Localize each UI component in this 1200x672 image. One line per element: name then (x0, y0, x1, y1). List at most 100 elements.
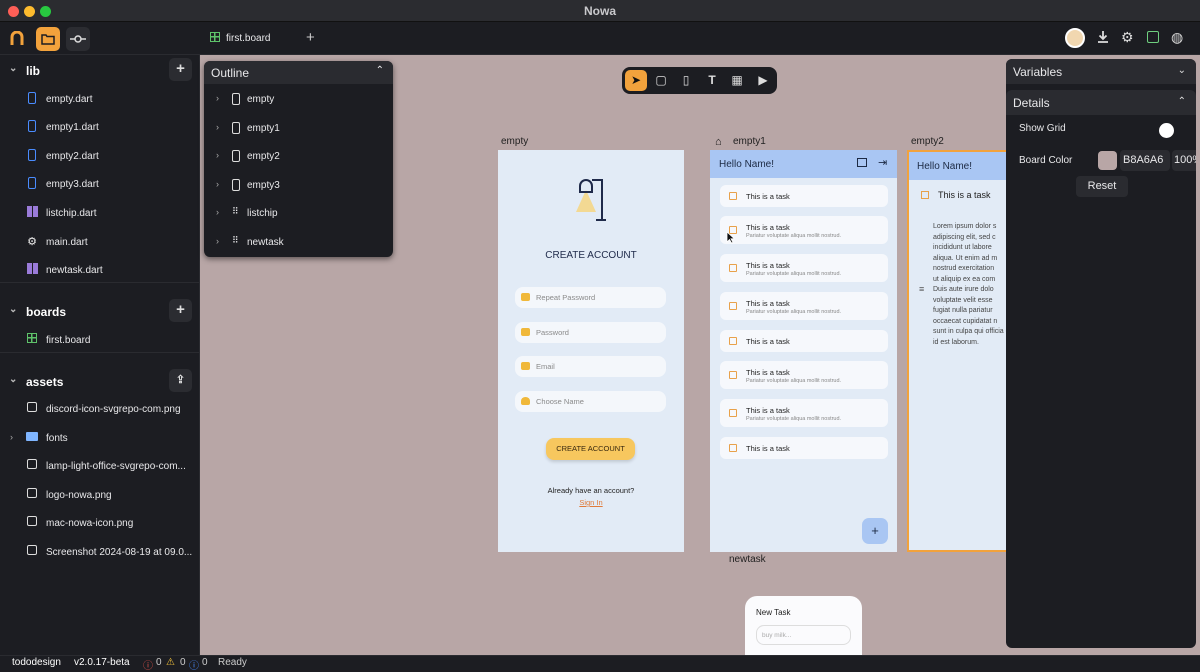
phone-tool-icon[interactable]: ▯ (675, 70, 697, 91)
git-commit-icon[interactable] (66, 27, 90, 51)
password-field[interactable]: Password (515, 322, 666, 343)
chevron-up-icon[interactable]: ⌃ (376, 65, 384, 76)
add-tab-button[interactable]: + (306, 29, 315, 46)
asset-item[interactable]: discord-icon-svgrepo-com.png (0, 398, 200, 420)
status-bar: tododesign v2.0.17-beta ⓘ 0 ⚠ 0 ⓘ 0 Read… (0, 655, 1200, 672)
mail-icon (521, 362, 530, 370)
outline-item[interactable]: › empty1 (204, 117, 393, 139)
file-item[interactable]: empty.dart (0, 88, 200, 110)
tab-first-board[interactable]: first.board (210, 32, 270, 44)
frame-tool-icon[interactable]: ▢ (650, 70, 672, 91)
board-color-swatch[interactable] (1098, 151, 1117, 170)
asset-item[interactable]: logo-nowa.png (0, 484, 200, 506)
globe-icon[interactable]: ◍ (1171, 29, 1183, 46)
show-grid-toggle[interactable] (1159, 123, 1174, 138)
appbar: Hello Name! (909, 152, 1007, 180)
task-item[interactable]: This is a task (720, 330, 888, 352)
repeat-password-field[interactable]: Repeat Password (515, 287, 666, 308)
outline-item[interactable]: › ⠿ newtask (204, 231, 393, 253)
details-header[interactable]: Details ⌃ (1006, 90, 1196, 115)
task-item[interactable]: This is a task Pariatur voluptate aliqua … (720, 399, 888, 427)
frame-empty1[interactable]: Hello Name! ⇥ This is a task This is a t… (710, 150, 897, 552)
sign-in-link[interactable]: Sign In (498, 498, 684, 507)
download-icon[interactable] (1097, 30, 1109, 49)
top-toolbar: first.board + ⚙ ◍ (0, 22, 1200, 55)
asset-folder[interactable]: › fonts (0, 427, 200, 449)
create-account-button[interactable]: CREATE ACCOUNT (546, 438, 635, 460)
checklist-icon[interactable] (1147, 31, 1159, 43)
chevron-down-icon: ⌄ (9, 304, 18, 315)
outline-item[interactable]: › empty (204, 88, 393, 110)
task-item[interactable]: This is a task Pariatur voluptate aliqua … (720, 292, 888, 320)
checkbox[interactable] (729, 371, 737, 379)
task-item[interactable]: This is a task Pariatur voluptate aliqua … (720, 254, 888, 282)
section-assets[interactable]: ⌄ assets ⇪ (0, 367, 200, 395)
frame-empty2[interactable]: Hello Name! This is a task ≡ Lorem ipsum… (907, 150, 1007, 552)
text-tool-icon[interactable]: T (701, 70, 723, 91)
add-file-button[interactable]: + (169, 58, 192, 81)
board-color-hex-input[interactable]: B8A6A6 (1120, 150, 1170, 171)
frame-label-empty2[interactable]: empty2 (911, 136, 944, 147)
add-task-fab[interactable]: + (862, 518, 888, 544)
notes-icon: ≡ (919, 284, 925, 294)
grid-icon: ⠿ (232, 235, 239, 245)
appbar: Hello Name! ⇥ (710, 150, 897, 178)
name-field[interactable]: Choose Name (515, 391, 666, 412)
divider (0, 282, 200, 283)
frame-empty[interactable]: CREATE ACCOUNT Repeat Password Password … (498, 150, 684, 552)
settings-gear-icon[interactable]: ⚙ (1121, 29, 1134, 46)
file-item[interactable]: ⚙ main.dart (0, 231, 200, 253)
task-item[interactable]: This is a task Pariatur voluptate aliqua … (720, 216, 888, 244)
folder-icon[interactable] (36, 27, 60, 51)
reset-button[interactable]: Reset (1076, 176, 1128, 197)
email-field[interactable]: Email (515, 356, 666, 377)
file-item[interactable]: empty1.dart (0, 116, 200, 138)
outline-header[interactable]: Outline ⌃ (204, 61, 393, 84)
section-lib[interactable]: ⌄ lib + (0, 56, 200, 84)
file-item[interactable]: listchip.dart (0, 202, 200, 224)
file-item[interactable]: empty3.dart (0, 173, 200, 195)
task-item[interactable]: This is a task (720, 437, 888, 459)
checkbox[interactable] (729, 337, 737, 345)
calendar-icon[interactable] (857, 158, 867, 167)
avatar[interactable] (1065, 28, 1085, 48)
checkbox[interactable] (729, 444, 737, 452)
frame-label-empty[interactable]: empty (501, 136, 528, 147)
frame-newtask[interactable]: New Task buy milk... (745, 596, 862, 655)
frame-label-empty1[interactable]: empty1 (733, 136, 766, 147)
image-icon (26, 459, 38, 473)
variables-header[interactable]: Variables ⌄ (1006, 59, 1196, 84)
phone-icon (232, 150, 240, 165)
section-boards[interactable]: ⌄ boards + (0, 297, 200, 325)
outline-item[interactable]: › ⠿ listchip (204, 202, 393, 224)
file-item[interactable]: newtask.dart (0, 259, 200, 281)
nowa-logo-icon[interactable] (5, 27, 29, 51)
file-item[interactable]: empty2.dart (0, 145, 200, 167)
pointer-tool-icon[interactable]: ➤ (625, 70, 647, 91)
checkbox[interactable] (729, 192, 737, 200)
asset-item[interactable]: lamp-light-office-svgrepo-com... (0, 455, 200, 477)
upload-asset-button[interactable]: ⇪ (169, 369, 192, 392)
board-color-opacity-input[interactable]: 100% (1172, 150, 1196, 171)
board-item[interactable]: first.board (0, 329, 200, 351)
task-item[interactable]: This is a task (720, 185, 888, 207)
logout-icon[interactable]: ⇥ (878, 156, 887, 169)
checkbox[interactable] (729, 409, 737, 417)
checkbox[interactable] (921, 191, 929, 199)
add-board-button[interactable]: + (169, 299, 192, 322)
checkbox[interactable] (729, 302, 737, 310)
play-icon[interactable]: ▶ (752, 70, 774, 91)
outline-item[interactable]: › empty2 (204, 145, 393, 167)
checkbox[interactable] (729, 264, 737, 272)
already-account-text: Already have an account? (547, 486, 635, 495)
outline-item[interactable]: › empty3 (204, 174, 393, 196)
asset-item[interactable]: mac-nowa-icon.png (0, 512, 200, 534)
task-item[interactable]: This is a task Pariatur voluptate aliqua … (720, 361, 888, 389)
key-icon (521, 328, 530, 336)
project-sidebar: ⌄ lib + empty.dart empty1.dart empty2.da… (0, 55, 200, 655)
new-task-input[interactable]: buy milk... (756, 625, 851, 645)
frame-label-newtask[interactable]: newtask (729, 554, 766, 565)
asset-item[interactable]: Screenshot 2024-08-19 at 09.0... (0, 541, 200, 563)
components-tool-icon[interactable]: ▦ (726, 70, 748, 91)
warning-icon[interactable]: ⚠ (166, 657, 175, 668)
